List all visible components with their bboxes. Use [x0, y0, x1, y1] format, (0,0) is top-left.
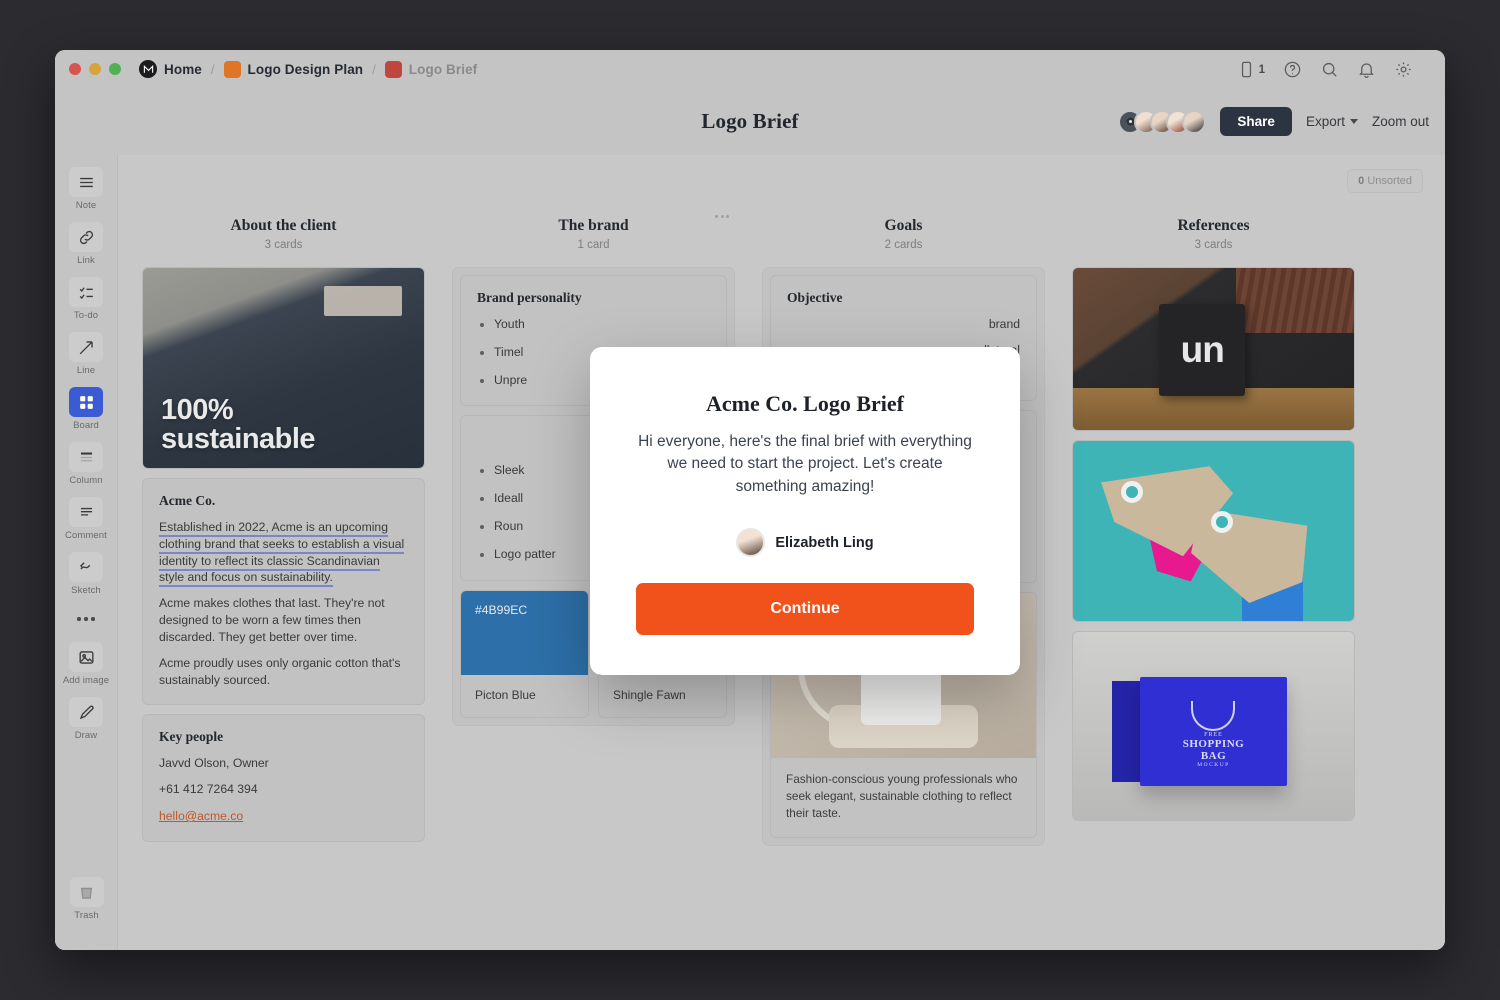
modal-title: Acme Co. Logo Brief: [706, 391, 904, 416]
desktop-background: Home / Logo Design Plan / Logo Brief Log…: [0, 0, 1500, 1000]
modal-body-text: Hi everyone, here's the final brief with…: [638, 433, 972, 495]
app-window: Home / Logo Design Plan / Logo Brief Log…: [55, 50, 1445, 950]
avatar: [736, 528, 766, 558]
modal-author-name: Elizabeth Ling: [775, 534, 874, 551]
continue-button[interactable]: Continue: [636, 583, 974, 636]
modal-author: Elizabeth Ling: [636, 528, 974, 558]
welcome-modal: Acme Co. Logo Brief Hi everyone, here's …: [590, 347, 1020, 676]
